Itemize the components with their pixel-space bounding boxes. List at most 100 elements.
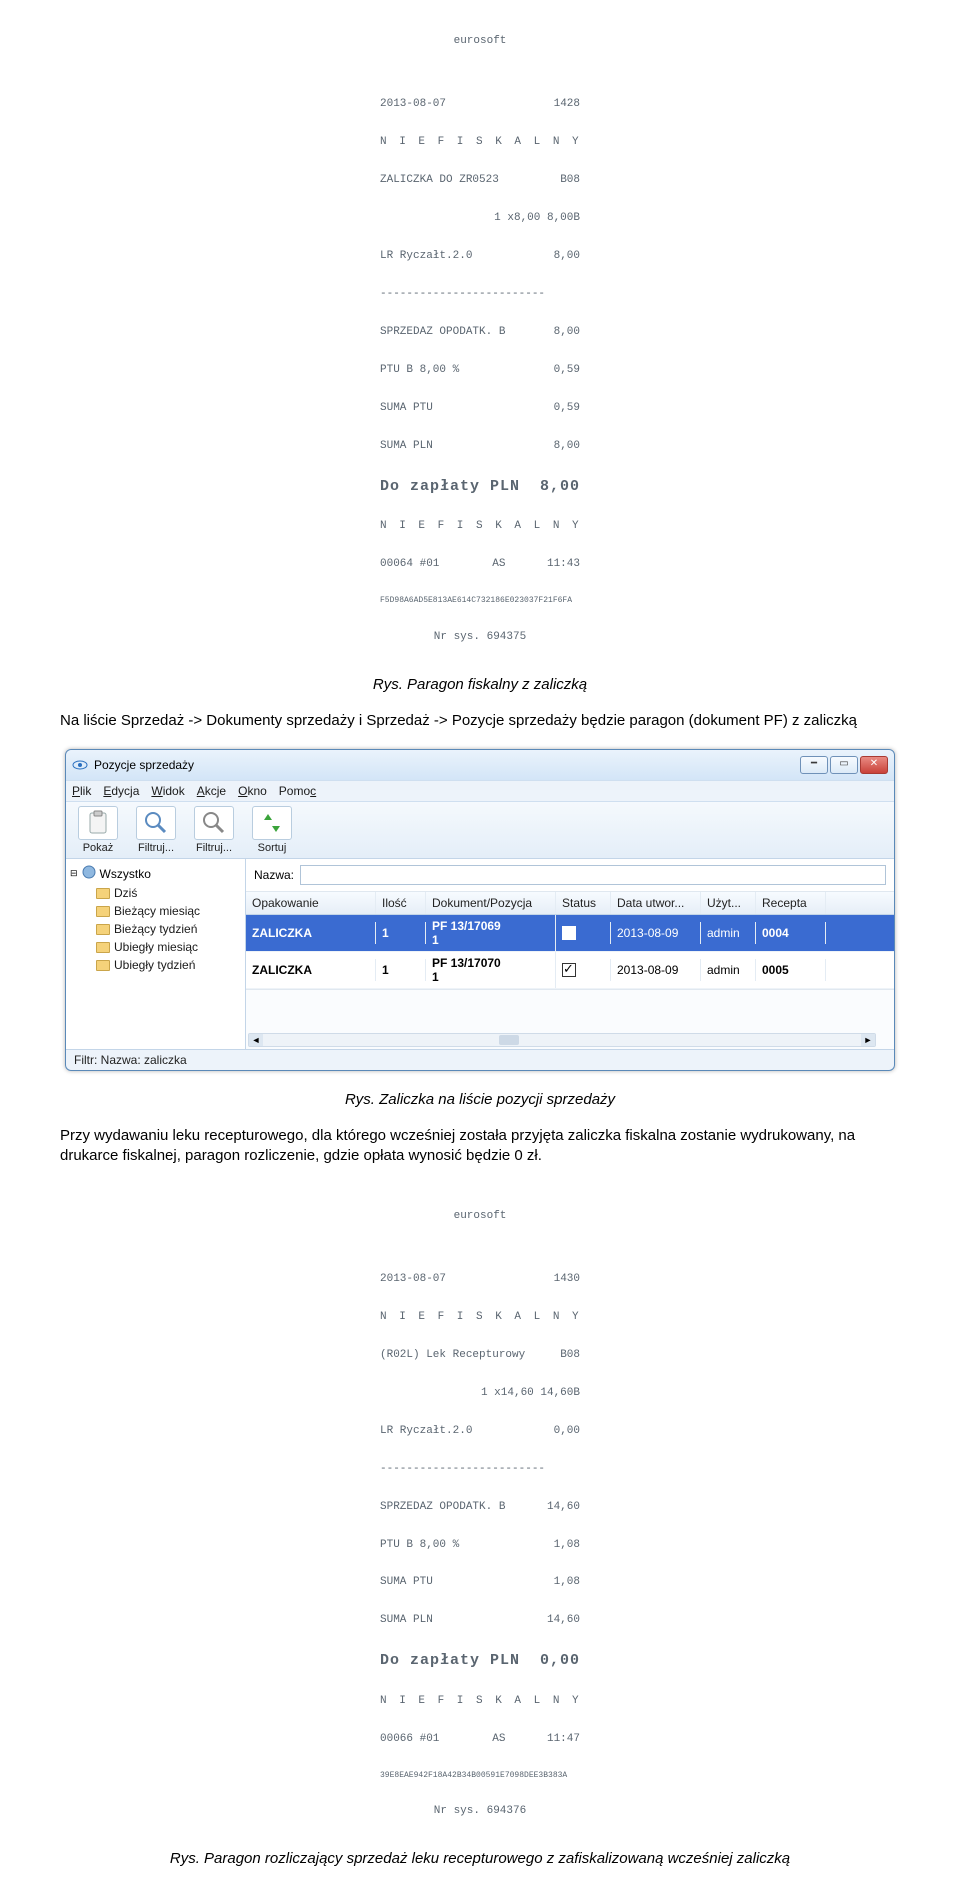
app-icon <box>72 757 88 773</box>
toolbar-filtruj-2[interactable]: Filtruj... <box>188 806 240 854</box>
tree-root-label: Wszystko <box>100 867 151 881</box>
cell-ilosc: 1 <box>376 959 426 981</box>
clipboard-icon <box>78 806 118 840</box>
folder-icon <box>96 942 110 953</box>
folder-icon <box>96 924 110 935</box>
col-status[interactable]: Status <box>556 892 611 914</box>
receipt-ryczalt-val: 8,00 <box>554 250 580 263</box>
toolbar-label: Pokaż <box>72 842 124 854</box>
cell-data: 2013-08-09 <box>611 922 701 944</box>
toolbar: Pokaż Filtruj... Filtruj... Sortuj <box>66 802 894 859</box>
cell-opakowanie: ZALICZKA <box>246 922 376 944</box>
cell-recepta: 0004 <box>756 922 826 944</box>
scroll-thumb[interactable] <box>499 1035 519 1045</box>
col-data[interactable]: Data utwor... <box>611 892 701 914</box>
tree-item-biezacy-miesiac[interactable]: Bieżący miesiąc <box>70 902 241 920</box>
niefiskalny-label-2: N I E F I S K A L N Y <box>380 1695 580 1708</box>
grid-row[interactable]: ZALICZKA 1 PF 13/170691 2013-08-09 admin… <box>246 915 894 952</box>
close-button[interactable]: ✕ <box>860 756 888 774</box>
tree-item-ubiegly-tydzien[interactable]: Ubiegły tydzień <box>70 956 241 974</box>
minimize-button[interactable]: ━ <box>800 756 828 774</box>
receipt-qty-price: 1 x8,00 8,00B <box>494 212 580 225</box>
receipt-qty-price: 1 x14,60 14,60B <box>481 1387 580 1400</box>
toolbar-filtruj-1[interactable]: Filtruj... <box>130 806 182 854</box>
menu-edycja[interactable]: Edycja <box>103 784 139 798</box>
paragraph-2: Przy wydawaniu leku recepturowego, dla k… <box>60 1126 900 1167</box>
receipt-sprzedaz: SPRZEDAZ OPODATK. B <box>380 1501 505 1514</box>
receipt-ptu: PTU B 8,00 % <box>380 1539 459 1552</box>
receipt-nrsys: Nr sys. 694375 <box>380 631 580 644</box>
cell-recepta: 0005 <box>756 959 826 981</box>
receipt-brand: eurosoft <box>380 1210 580 1223</box>
toolbar-pokaz[interactable]: Pokaż <box>72 806 124 854</box>
folder-icon <box>96 888 110 899</box>
cell-opakowanie: ZALICZKA <box>246 959 376 981</box>
globe-icon <box>82 865 96 882</box>
receipt-item-name: ZALICZKA DO ZR0523 <box>380 174 499 187</box>
toolbar-label: Filtruj... <box>188 842 240 854</box>
horizontal-scrollbar[interactable]: ◄ ► <box>248 1033 876 1047</box>
toolbar-sortuj[interactable]: Sortuj <box>246 806 298 854</box>
magnifier-icon <box>194 806 234 840</box>
pozycje-sprzedazy-window: Pozycje sprzedaży ━ ▭ ✕ Plik Edycja Wido… <box>65 749 895 1071</box>
checkbox-checked-icon <box>562 963 576 977</box>
collapse-icon[interactable]: ⊟ <box>70 868 78 879</box>
scroll-right-arrow-icon[interactable]: ► <box>861 1034 875 1046</box>
cell-uzyt: admin <box>701 922 756 944</box>
figure-caption-1: Rys. Paragon fiskalny z zaliczką <box>60 676 900 693</box>
receipt-time: 11:43 <box>547 558 580 571</box>
cell-dokument: PF 13/170701 <box>426 952 556 988</box>
receipt-brand: eurosoft <box>380 35 580 48</box>
receipt-date: 2013-08-07 <box>380 98 446 111</box>
tree-item-dzis[interactable]: Dziś <box>70 884 241 902</box>
niefiskalny-label-2: N I E F I S K A L N Y <box>380 520 580 533</box>
receipt-footer-id: 00066 #01 AS <box>380 1733 505 1746</box>
cell-uzyt: admin <box>701 959 756 981</box>
receipt-sumaptu: SUMA PTU <box>380 402 433 415</box>
menu-akcje[interactable]: Akcje <box>197 784 226 798</box>
receipt-number: 1428 <box>554 98 580 111</box>
folder-icon <box>96 906 110 917</box>
cell-dokument: PF 13/170691 <box>426 915 556 951</box>
niefiskalny-label: N I E F I S K A L N Y <box>380 136 580 149</box>
folder-icon <box>96 960 110 971</box>
receipt-hash: F5D98A6AD5E813AE614C732186E023037F21F6FA <box>380 596 580 605</box>
col-uzyt[interactable]: Użyt... <box>701 892 756 914</box>
sort-arrows-icon <box>252 806 292 840</box>
magnifier-icon <box>136 806 176 840</box>
receipt-sumapln: SUMA PLN <box>380 440 433 453</box>
scroll-left-arrow-icon[interactable]: ◄ <box>249 1034 263 1046</box>
tree-panel: ⊟ Wszystko Dziś Bieżący miesiąc Bieżący … <box>66 859 246 1049</box>
receipt-item-code: B08 <box>560 1349 580 1362</box>
receipt-hash: 39E8EAE942F18A42B34B00591E7098DEE3B383A <box>380 1771 580 1780</box>
filter-input[interactable] <box>300 865 886 885</box>
tree-root[interactable]: ⊟ Wszystko <box>70 865 241 882</box>
toolbar-label: Sortuj <box>246 842 298 854</box>
receipt-footer-id: 00064 #01 AS <box>380 558 505 571</box>
receipt-2: eurosoft 2013-08-071430 N I E F I S K A … <box>380 1185 580 1831</box>
figure-caption-3: Rys. Paragon rozliczający sprzedaż leku … <box>60 1850 900 1867</box>
cell-ilosc: 1 <box>376 922 426 944</box>
titlebar[interactable]: Pozycje sprzedaży ━ ▭ ✕ <box>66 750 894 780</box>
col-opakowanie[interactable]: Opakowanie <box>246 892 376 914</box>
menu-pomoc[interactable]: Pomoc <box>279 784 316 798</box>
tree-item-biezacy-tydzien[interactable]: Bieżący tydzień <box>70 920 241 938</box>
filter-label: Nazwa: <box>254 868 294 882</box>
menu-widok[interactable]: Widok <box>151 784 184 798</box>
col-ilosc[interactable]: Ilość <box>376 892 426 914</box>
data-grid: Opakowanie Ilość Dokument/Pozycja Status… <box>246 892 894 989</box>
menubar: Plik Edycja Widok Akcje Okno Pomoc <box>66 780 894 802</box>
col-recepta[interactable]: Recepta <box>756 892 826 914</box>
menu-okno[interactable]: Okno <box>238 784 267 798</box>
receipt-total: Do zapłaty PLN 0,00 <box>380 1652 580 1669</box>
receipt-item-code: B08 <box>560 174 580 187</box>
grid-header[interactable]: Opakowanie Ilość Dokument/Pozycja Status… <box>246 892 894 915</box>
tree-item-ubiegly-miesiac[interactable]: Ubiegły miesiąc <box>70 938 241 956</box>
col-dokument[interactable]: Dokument/Pozycja <box>426 892 556 914</box>
cell-status <box>556 959 611 982</box>
receipt-number: 1430 <box>554 1273 580 1286</box>
menu-plik[interactable]: Plik <box>72 784 91 798</box>
receipt-item-name: (R02L) Lek Recepturowy <box>380 1349 525 1362</box>
maximize-button[interactable]: ▭ <box>830 756 858 774</box>
grid-row[interactable]: ZALICZKA 1 PF 13/170701 2013-08-09 admin… <box>246 952 894 989</box>
